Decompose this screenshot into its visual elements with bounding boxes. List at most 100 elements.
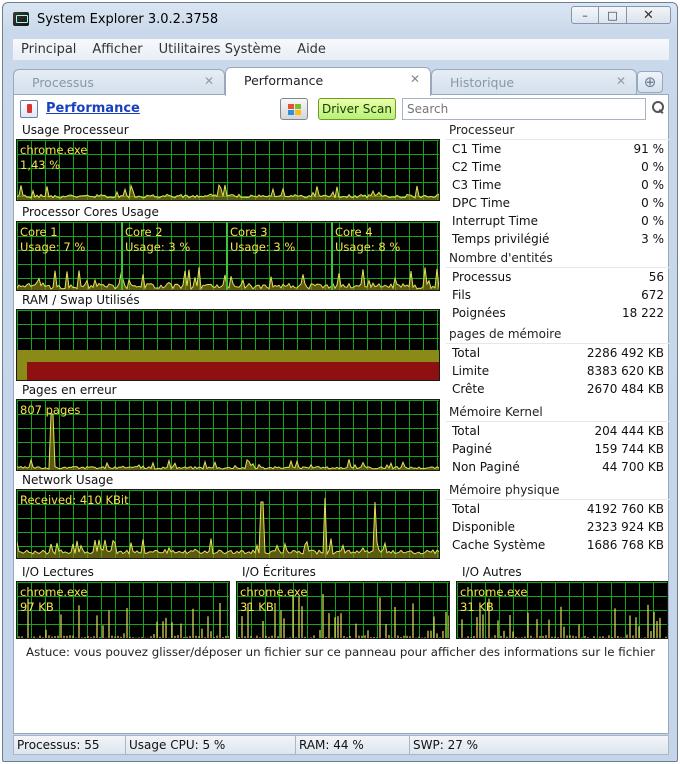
section-title: Processeur [446, 123, 670, 140]
stat-label: Crête [452, 382, 485, 396]
stat-row: Cache Système1686 768 KB [446, 536, 670, 554]
cpu-graph-label: Usage Processeur [22, 123, 129, 137]
io-write-process: chrome.exe [240, 585, 307, 600]
stat-label: Fils [452, 288, 471, 302]
stat-row: Limite8383 620 KB [446, 362, 670, 380]
network-usage-graph: Received: 410 KBit [16, 489, 440, 559]
search-input[interactable] [402, 98, 646, 120]
stat-row: C3 Time 0 % [446, 176, 670, 194]
core-4-info: Core 4 Usage: 8 % [335, 225, 400, 255]
search-icon[interactable] [652, 101, 664, 113]
stat-value: 2670 484 KB [587, 382, 664, 396]
title-bar[interactable]: System Explorer 3.0.2.3758 – □ ✕ [3, 3, 677, 35]
tip-text: Astuce: vous pouvez glisser/déposer un f… [26, 645, 655, 659]
physical-memory-section: Mémoire physique Total4192 760 KBDisponi… [446, 483, 670, 554]
close-tab-icon[interactable]: ✕ [204, 74, 214, 88]
stat-label: Temps privilégié [452, 232, 549, 246]
tab-historique[interactable]: Historique ✕ [431, 69, 637, 95]
core-name: Core 3 [230, 225, 295, 240]
io-read-graph: chrome.exe 97 KB [16, 581, 230, 639]
close-button[interactable]: ✕ [627, 6, 671, 24]
app-window: System Explorer 3.0.2.3758 – □ ✕ Princip… [2, 2, 678, 762]
stat-row: C1 Time 91 % [446, 140, 670, 158]
core-usage: Usage: 3 % [230, 240, 295, 255]
stats-panel: Processeur C1 Time91 %C2 Time0 %C3 Time0… [442, 123, 670, 563]
stat-row: Total204 444 KB [446, 422, 670, 440]
stat-value: 44 700 KB [602, 460, 664, 474]
stat-value: 8383 620 KB [587, 364, 664, 378]
stat-row: DPC Time0 % [446, 194, 670, 212]
tab-performance[interactable]: Performance ✕ [225, 67, 431, 96]
core-2-info: Core 2 Usage: 3 % [125, 225, 190, 255]
core-divider [226, 222, 228, 290]
performance-title-link[interactable]: Performance [46, 101, 140, 116]
swap-used-area [27, 362, 440, 381]
stat-row: Non Paginé 44 700 KB [446, 458, 670, 476]
window-title: System Explorer 3.0.2.3758 [37, 12, 218, 27]
menu-bar: Principal Afficher Utilitaires Système A… [13, 39, 669, 61]
add-tab-icon[interactable]: ⊕ [637, 71, 663, 93]
menu-utilitaires[interactable]: Utilitaires Système [151, 42, 290, 57]
ram-swap-graph [16, 309, 440, 381]
processor-section: Processeur C1 Time91 %C2 Time0 %C3 Time0… [446, 123, 670, 248]
status-bar: Processus: 55 Usage CPU: 5 % RAM: 44 % S… [13, 735, 669, 755]
section-title: Mémoire Kernel [446, 405, 670, 422]
tab-processus[interactable]: Processus ✕ [13, 69, 225, 95]
stat-label: DPC Time [452, 196, 510, 210]
ram-graph-label: RAM / Swap Utilisés [22, 293, 140, 307]
io-other-graph: chrome.exe 31 KB [456, 581, 668, 639]
stat-label: C3 Time [452, 178, 501, 192]
stat-label: Poignées [452, 306, 506, 320]
tab-label: Historique [450, 75, 514, 90]
stat-label: C1 Time [452, 142, 501, 156]
stat-label: Total [452, 346, 480, 360]
core-divider [121, 222, 123, 290]
stat-label: Non Paginé [452, 460, 520, 474]
stat-row: C2 Time0 % [446, 158, 670, 176]
cores-usage-graph: Core 1 Usage: 7 % Core 2 Usage: 3 % Core… [16, 221, 440, 291]
stat-value: 91 % [634, 142, 665, 156]
network-value: Received: 410 KBit [20, 493, 129, 508]
stat-label: C2 Time [452, 160, 501, 174]
stat-row: Poignées18 222 [446, 304, 670, 322]
entities-section: Nombre d'entités Processus56Fils672Poign… [446, 251, 670, 322]
stat-value: 0 % [641, 178, 664, 192]
io-write-value: 31 KB [240, 600, 307, 615]
menu-aide[interactable]: Aide [289, 42, 334, 57]
io-other-value: 31 KB [460, 600, 527, 615]
stat-value: 4192 760 KB [587, 502, 664, 516]
stat-row: Total2286 492 KB [446, 344, 670, 362]
stat-row: Processus 56 [446, 268, 670, 286]
tab-label: Performance [244, 73, 323, 88]
io-read-process: chrome.exe [20, 585, 87, 600]
toolbar: Performance Driver Scan [14, 95, 668, 123]
maximize-button[interactable]: □ [599, 6, 627, 24]
driver-scan-button[interactable]: Driver Scan [318, 98, 396, 120]
close-tab-icon[interactable]: ✕ [410, 72, 420, 86]
cpu-top-process: chrome.exe [20, 143, 87, 158]
trace-area [17, 185, 440, 201]
section-title: Mémoire physique [446, 483, 670, 500]
menu-principal[interactable]: Principal [13, 42, 84, 57]
pages-value: 807 pages [20, 403, 80, 418]
stat-value: 204 444 KB [594, 424, 664, 438]
kernel-memory-section: Mémoire Kernel Total204 444 KBPaginé159 … [446, 405, 670, 476]
stat-row: Interrupt Time0 % [446, 212, 670, 230]
stat-label: Processus [452, 270, 511, 284]
status-cpu: Usage CPU: 5 % [126, 736, 296, 754]
close-tab-icon[interactable]: ✕ [616, 74, 626, 88]
io-other-label: I/O Autres [462, 565, 522, 579]
minimize-button[interactable]: – [571, 6, 599, 24]
cpu-value: 1,43 % [20, 158, 87, 173]
menu-afficher[interactable]: Afficher [84, 42, 150, 57]
cores-graph-label: Processor Cores Usage [22, 205, 159, 219]
status-processes: Processus: 55 [14, 736, 126, 754]
stat-value: 0 % [641, 214, 664, 228]
windows-logo-button[interactable] [280, 98, 308, 120]
performance-icon [20, 100, 38, 118]
stat-row: Paginé159 744 KB [446, 440, 670, 458]
io-write-graph: chrome.exe 31 KB [236, 581, 450, 639]
pages-graph-label: Pages en erreur [22, 383, 117, 397]
stat-value: 56 [649, 270, 664, 284]
stat-label: Paginé [452, 442, 492, 456]
